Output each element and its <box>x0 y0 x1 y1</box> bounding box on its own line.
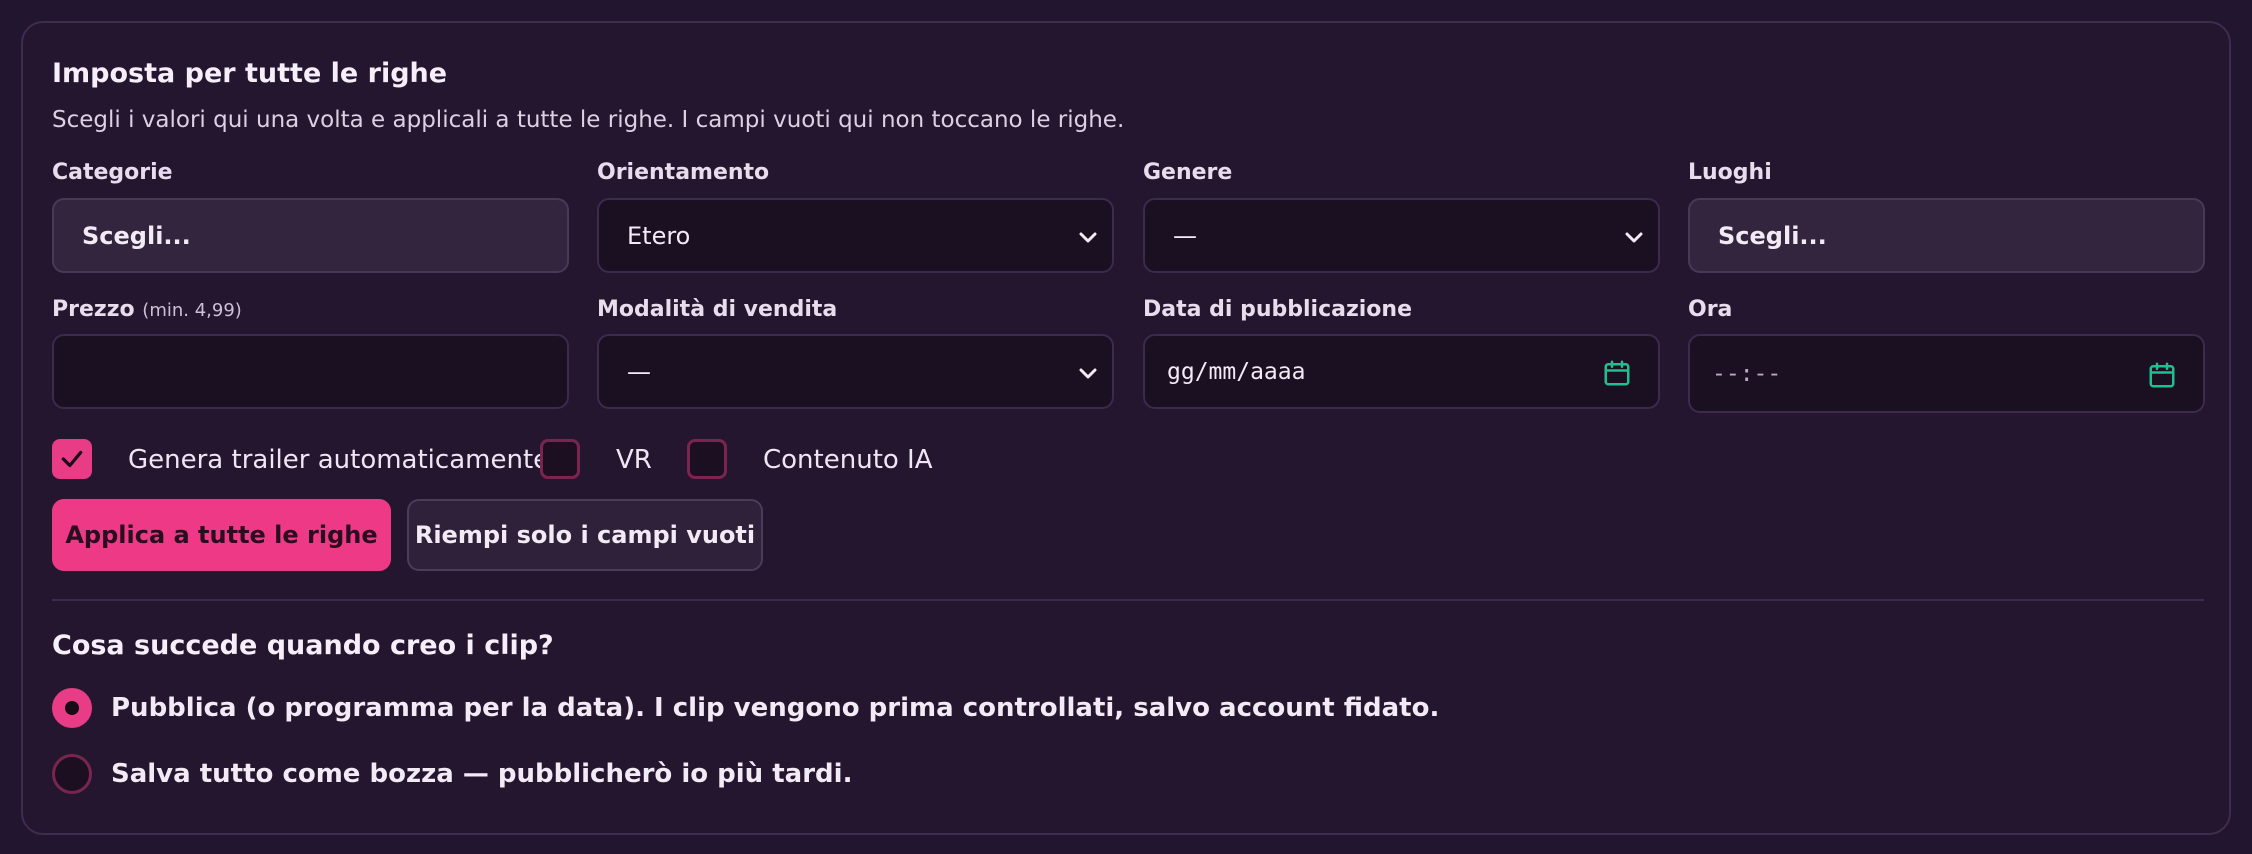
luoghi-picker[interactable]: Scegli... <box>1688 198 2205 273</box>
orientamento-select[interactable]: Etero <box>597 198 1114 273</box>
categorie-value: Scegli... <box>82 221 191 250</box>
bulk-settings-panel: Imposta per tutte le righe Scegli i valo… <box>21 21 2231 835</box>
genere-value: — <box>1173 221 1197 250</box>
prezzo-label-text: Prezzo <box>52 297 135 322</box>
data-input[interactable]: gg/mm/aaaa <box>1143 334 1660 409</box>
ora-placeholder: --:-- <box>1712 360 1782 387</box>
contenuto-ia-checkbox[interactable] <box>687 439 727 479</box>
modalita-value: — <box>627 357 651 386</box>
contenuto-ia-label[interactable]: Contenuto IA <box>763 445 933 475</box>
checkmark-icon <box>61 450 83 468</box>
fill-empty-button[interactable]: Riempi solo i campi vuoti <box>407 499 763 571</box>
categorie-label: Categorie <box>52 160 173 185</box>
panel-title: Imposta per tutte le righe <box>52 58 448 89</box>
data-placeholder: gg/mm/aaaa <box>1167 358 1306 385</box>
luoghi-value: Scegli... <box>1718 221 1827 250</box>
publish-radio-label[interactable]: Pubblica (o programma per la data). I cl… <box>111 693 1439 723</box>
orientamento-label: Orientamento <box>597 160 770 185</box>
ora-input[interactable]: --:-- <box>1688 334 2205 413</box>
data-label: Data di pubblicazione <box>1143 297 1412 322</box>
prezzo-input[interactable] <box>52 334 569 409</box>
draft-radio-label[interactable]: Salva tutto come bozza — pubblicherò io … <box>111 759 852 789</box>
chevron-down-icon <box>1625 232 1643 243</box>
orientamento-value: Etero <box>627 221 691 250</box>
draft-radio[interactable] <box>52 754 92 794</box>
panel-subtitle: Scegli i valori qui una volta e applical… <box>52 107 1125 133</box>
calendar-icon[interactable] <box>1602 358 1632 388</box>
prezzo-hint: (min. 4,99) <box>142 300 242 321</box>
luoghi-label: Luoghi <box>1688 160 1772 185</box>
categorie-picker[interactable]: Scegli... <box>52 198 569 273</box>
chevron-down-icon <box>1079 368 1097 379</box>
vr-checkbox[interactable] <box>540 439 580 479</box>
genere-select[interactable]: — <box>1143 198 1660 273</box>
genere-label: Genere <box>1143 160 1233 185</box>
modalita-label: Modalità di vendita <box>597 297 838 322</box>
calendar-icon[interactable] <box>2147 360 2177 390</box>
publish-radio[interactable] <box>52 688 92 728</box>
publish-section-title: Cosa succede quando creo i clip? <box>52 630 554 661</box>
vr-label[interactable]: VR <box>616 445 652 475</box>
modalita-select[interactable]: — <box>597 334 1114 409</box>
chevron-down-icon <box>1079 232 1097 243</box>
genera-trailer-label[interactable]: Genera trailer automaticamente <box>128 445 549 475</box>
section-divider <box>52 599 2204 601</box>
apply-all-button[interactable]: Applica a tutte le righe <box>52 499 391 571</box>
ora-label: Ora <box>1688 297 1733 322</box>
prezzo-label: Prezzo (min. 4,99) <box>52 297 242 322</box>
genera-trailer-checkbox[interactable] <box>52 439 92 479</box>
